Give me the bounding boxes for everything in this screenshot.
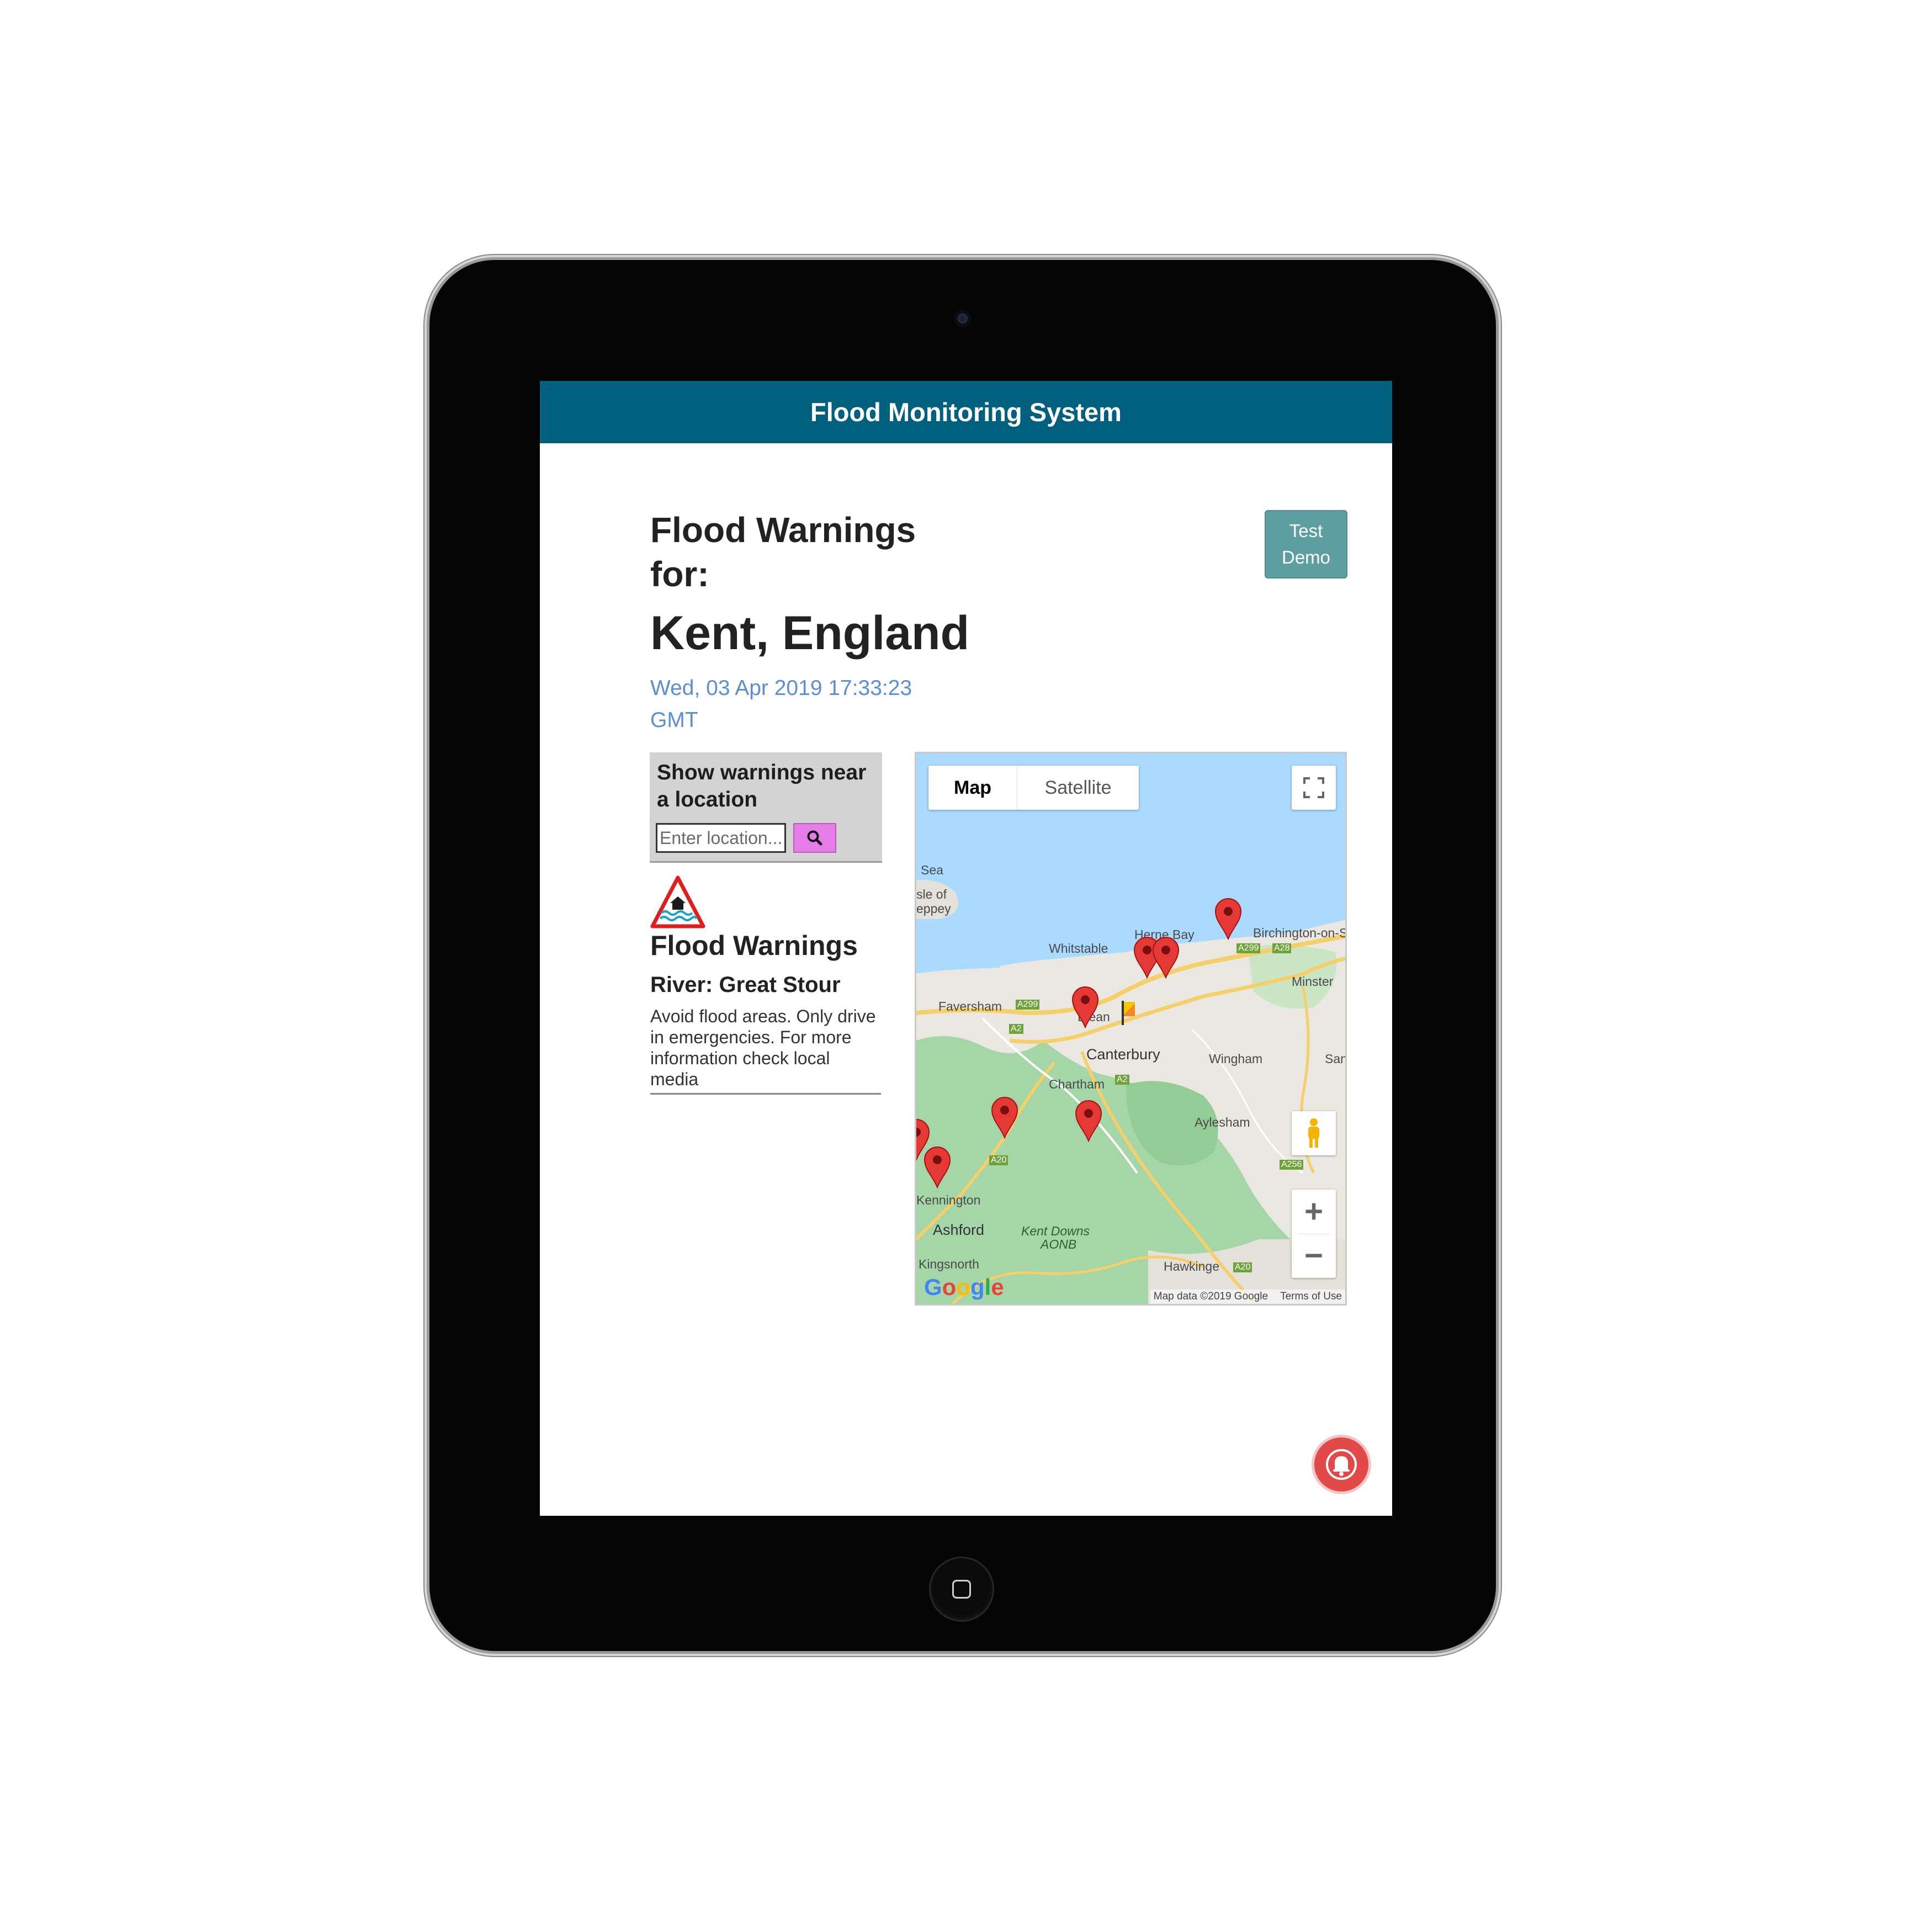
street-view-button[interactable] [1292, 1111, 1336, 1155]
map-label-faversham: Faversham [938, 999, 1002, 1013]
zoom-out-button[interactable]: − [1297, 1234, 1330, 1278]
zoom-in-button[interactable]: + [1297, 1190, 1330, 1234]
search-icon [807, 830, 822, 846]
map-label-sandwich: Sandwi [1325, 1052, 1347, 1066]
warning-marker-icon[interactable] [1214, 897, 1243, 940]
screen: Flood Monitoring System Flood Warnings f… [540, 381, 1392, 1516]
warning-marker-icon[interactable] [1074, 1099, 1103, 1142]
map-label-sheppey: eppey [916, 901, 951, 916]
road-badge-a2: A2 [1009, 1024, 1023, 1034]
map-label-kennington: Kennington [916, 1193, 981, 1207]
pegman-icon [1308, 1118, 1319, 1148]
top-bar: Flood Monitoring System [540, 381, 1392, 443]
warnings-for-heading: Flood Warnings for: [650, 510, 916, 594]
warning-marker-icon[interactable] [1071, 985, 1100, 1028]
map-label-sea: Sea [921, 863, 943, 877]
home-button[interactable] [929, 1557, 994, 1622]
road-badge-a20-east: A20 [1233, 1262, 1252, 1272]
map-type-map-button[interactable]: Map [928, 766, 1017, 810]
map-label-minster: Minster [1292, 974, 1334, 989]
search-panel: Show warnings near a location [650, 752, 882, 863]
warning-marker-icon[interactable] [1151, 936, 1180, 979]
google-logo: Google [924, 1274, 1004, 1300]
map-type-control: Map Satellite [928, 766, 1139, 810]
map-label-isle: sle of [916, 887, 947, 901]
test-demo-button[interactable]: Test Demo [1265, 510, 1347, 578]
map[interactable]: Map Satellite + − Sea sle of eppey Whits… [915, 752, 1347, 1305]
road-badge-a2-south: A2 [1115, 1075, 1129, 1085]
road-badge-a28: A28 [1272, 943, 1292, 953]
map-label-kent-downs: Kent Downs [1021, 1224, 1090, 1238]
fullscreen-button[interactable] [1292, 766, 1336, 810]
home-square-icon [952, 1580, 971, 1599]
map-label-chartham: Chartham [1049, 1077, 1105, 1091]
search-title: Show warnings near a location [657, 761, 867, 811]
bell-icon [1326, 1449, 1357, 1480]
flood-warnings-heading: Flood Warnings [650, 930, 858, 961]
zoom-control: + − [1292, 1190, 1336, 1278]
river-name: River: Great Stour [650, 973, 841, 997]
location-input[interactable] [656, 823, 786, 853]
terms-link[interactable]: Terms of Use [1280, 1291, 1342, 1303]
location-flag-icon [1122, 1001, 1135, 1025]
map-label-birchington: Birchington-on-S [1253, 926, 1347, 940]
warning-marker-icon[interactable] [990, 1096, 1019, 1139]
map-footer: Map data ©2019 Google Terms of Use [1150, 1289, 1345, 1304]
map-label-kingsnorth: Kingsnorth [919, 1257, 979, 1271]
search-button[interactable] [793, 823, 836, 853]
flood-warning-icon [650, 875, 705, 928]
warning-advice: Avoid flood areas. Only drive in emergen… [650, 1006, 881, 1095]
map-label-aylesham: Aylesham [1195, 1115, 1250, 1129]
map-label-canterbury: Canterbury [1086, 1046, 1160, 1063]
warning-marker-icon[interactable] [923, 1145, 952, 1188]
map-label-aonb: AONB [1041, 1237, 1077, 1251]
road-badge-a299: A299 [1016, 1000, 1040, 1010]
road-badge-a299-east: A299 [1236, 943, 1261, 953]
map-label-whitstable: Whitstable [1049, 941, 1108, 956]
road-badge-a256: A256 [1280, 1160, 1304, 1170]
datetime: Wed, 03 Apr 2019 17:33:23 GMT [650, 676, 912, 732]
map-data-attribution: Map data ©2019 Google [1153, 1291, 1268, 1302]
road-badge-a20: A20 [989, 1155, 1009, 1165]
map-label-hawkinge: Hawkinge [1164, 1259, 1219, 1273]
camera [954, 310, 971, 327]
fullscreen-icon [1303, 777, 1324, 798]
region-title: Kent, England [650, 607, 970, 660]
map-type-satellite-button[interactable]: Satellite [1017, 766, 1139, 810]
alert-button[interactable] [1314, 1437, 1368, 1492]
map-label-wingham: Wingham [1209, 1052, 1263, 1066]
map-label-ashford: Ashford [933, 1222, 985, 1238]
app-title: Flood Monitoring System [810, 397, 1122, 427]
